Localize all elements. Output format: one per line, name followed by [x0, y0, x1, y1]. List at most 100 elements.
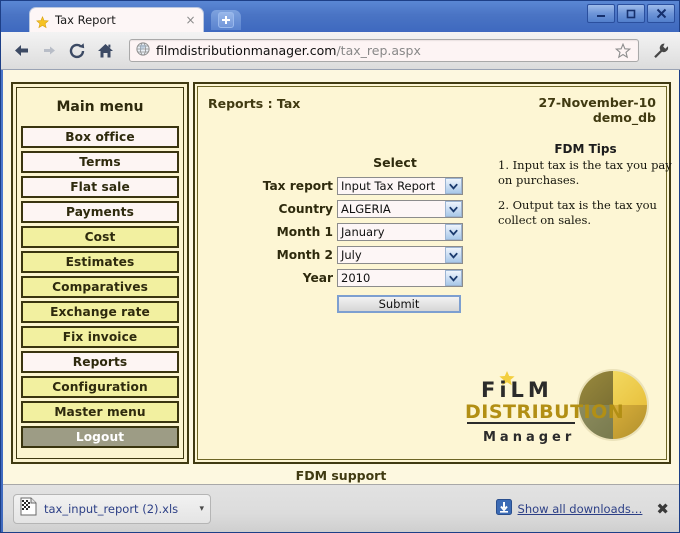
label-month-2: Month 2 [248, 248, 337, 262]
close-button[interactable] [647, 4, 675, 23]
xls-file-icon [20, 497, 37, 520]
sidebar-item-label: Payments [66, 205, 134, 219]
select-tax-report[interactable]: Input Tax Report [337, 177, 463, 195]
home-icon[interactable] [93, 39, 117, 63]
new-tab-button[interactable] [211, 10, 241, 30]
tab-title: Tax Report [55, 13, 184, 27]
sidebar-item-payments[interactable]: Payments [21, 201, 179, 223]
window-controls [587, 4, 675, 23]
main-menu-inner: Main menu Box office Terms Flat sale Pay… [16, 87, 184, 459]
form-row-country: Country ALGERIA [248, 200, 498, 218]
sidebar-item-exchange-rate[interactable]: Exchange rate [21, 301, 179, 323]
form-row-year: Year 2010 [248, 269, 498, 287]
sidebar-item-flat-sale[interactable]: Flat sale [21, 176, 179, 198]
browser-window: Tax Report × [0, 0, 680, 533]
fdm-tip-1: 1. Input tax is the tax you pay on purch… [498, 158, 673, 187]
main-menu-panel: Main menu Box office Terms Flat sale Pay… [11, 82, 189, 464]
show-all-downloads-link[interactable]: Show all downloads… [518, 502, 643, 516]
page-viewport: Main menu Box office Terms Flat sale Pay… [3, 70, 679, 484]
browser-tab[interactable]: Tax Report × [29, 7, 204, 32]
maximize-button[interactable] [617, 4, 645, 23]
forward-arrow-icon [37, 39, 61, 63]
current-date: 27-November-10 [539, 95, 656, 110]
close-download-bar-icon[interactable]: ✖ [656, 500, 669, 518]
session-info: 27-November-10 demo_db [539, 95, 656, 125]
download-item[interactable]: tax_input_report (2).xls ▾ [13, 494, 211, 524]
fdm-tips-title: FDM Tips [498, 142, 673, 156]
main-menu-title: Main menu [21, 92, 179, 126]
chevron-down-icon[interactable]: ▾ [199, 504, 204, 514]
sidebar-item-label: Logout [76, 430, 124, 444]
label-month-1: Month 1 [248, 225, 337, 239]
fdm-tips: FDM Tips 1. Input tax is the tax you pay… [498, 142, 673, 238]
sidebar-item-label: Cost [85, 230, 116, 244]
sidebar-item-cost[interactable]: Cost [21, 226, 179, 248]
sidebar-item-label: Configuration [52, 380, 147, 394]
back-arrow-icon[interactable] [9, 39, 33, 63]
globe-icon [136, 41, 150, 60]
sidebar-item-label: Exchange rate [50, 305, 150, 319]
sidebar-item-label: Terms [79, 155, 120, 169]
tab-strip: Tax Report × [1, 7, 679, 32]
database-name: demo_db [539, 110, 656, 125]
breadcrumb: Reports : Tax [208, 96, 300, 111]
fdm-tip-2: 2. Output tax is the tax you collect on … [498, 198, 673, 227]
tab-close-icon[interactable]: × [184, 14, 197, 27]
reload-icon[interactable] [65, 39, 89, 63]
fdm-support-label: FDM support [3, 468, 679, 483]
star-outline-icon[interactable] [614, 42, 632, 60]
select-month-1-value: January [338, 225, 445, 239]
sidebar-item-label: Reports [73, 355, 128, 369]
select-month-2-value: July [338, 248, 445, 262]
web-page: Main menu Box office Terms Flat sale Pay… [3, 70, 679, 484]
sidebar-item-fix-invoice[interactable]: Fix invoice [21, 326, 179, 348]
label-year: Year [248, 271, 337, 285]
svg-text:Manager: Manager [483, 430, 575, 445]
form-heading: Select [248, 155, 498, 170]
sidebar-item-label: Comparatives [52, 280, 148, 294]
sidebar-item-estimates[interactable]: Estimates [21, 251, 179, 273]
star-icon [36, 14, 49, 27]
select-year-value: 2010 [338, 271, 445, 285]
select-year[interactable]: 2010 [337, 269, 463, 287]
minimize-button[interactable] [587, 4, 615, 23]
download-arrow-icon [496, 499, 512, 519]
navigation-toolbar: filmdistributionmanager.com/tax_rep.aspx [1, 32, 680, 70]
sidebar-item-label: Master menu [54, 405, 145, 419]
chevron-down-icon[interactable] [445, 224, 462, 240]
form-submit-row: Submit [248, 295, 498, 313]
content-panel: Reports : Tax 27-November-10 demo_db FDM… [193, 82, 671, 464]
url-host: filmdistributionmanager.com [156, 43, 336, 58]
fdm-logo: FiLM DISTRIBUTION Manager [459, 359, 654, 451]
sidebar-item-label: Box office [65, 130, 134, 144]
tax-report-form: Select Tax report Input Tax Report [248, 155, 498, 313]
chevron-down-icon[interactable] [445, 247, 462, 263]
download-bar: tax_input_report (2).xls ▾ Show all down… [3, 484, 679, 532]
select-tax-report-value: Input Tax Report [338, 179, 445, 193]
chevron-down-icon[interactable] [445, 178, 462, 194]
submit-button[interactable]: Submit [337, 295, 461, 313]
wrench-icon[interactable] [649, 39, 673, 63]
url-path: /tax_rep.aspx [336, 43, 420, 58]
sidebar-item-comparatives[interactable]: Comparatives [21, 276, 179, 298]
sidebar-item-label: Fix invoice [63, 330, 138, 344]
sidebar-item-configuration[interactable]: Configuration [21, 376, 179, 398]
sidebar-item-reports[interactable]: Reports [21, 351, 179, 373]
plus-icon [218, 12, 234, 28]
download-file-name: tax_input_report (2).xls [44, 502, 199, 516]
select-month-2[interactable]: July [337, 246, 463, 264]
sidebar-item-box-office[interactable]: Box office [21, 126, 179, 148]
select-country-value: ALGERIA [338, 202, 445, 216]
address-bar[interactable]: filmdistributionmanager.com/tax_rep.aspx [129, 39, 639, 62]
form-row-tax-report: Tax report Input Tax Report [248, 177, 498, 195]
sidebar-item-terms[interactable]: Terms [21, 151, 179, 173]
svg-text:DISTRIBUTION: DISTRIBUTION [465, 401, 624, 423]
label-country: Country [248, 202, 337, 216]
chevron-down-icon[interactable] [445, 201, 462, 217]
sidebar-item-master-menu[interactable]: Master menu [21, 401, 179, 423]
sidebar-item-logout[interactable]: Logout [21, 426, 179, 448]
select-month-1[interactable]: January [337, 223, 463, 241]
chevron-down-icon[interactable] [445, 270, 462, 286]
content-inner: Reports : Tax 27-November-10 demo_db FDM… [197, 86, 667, 460]
select-country[interactable]: ALGERIA [337, 200, 463, 218]
